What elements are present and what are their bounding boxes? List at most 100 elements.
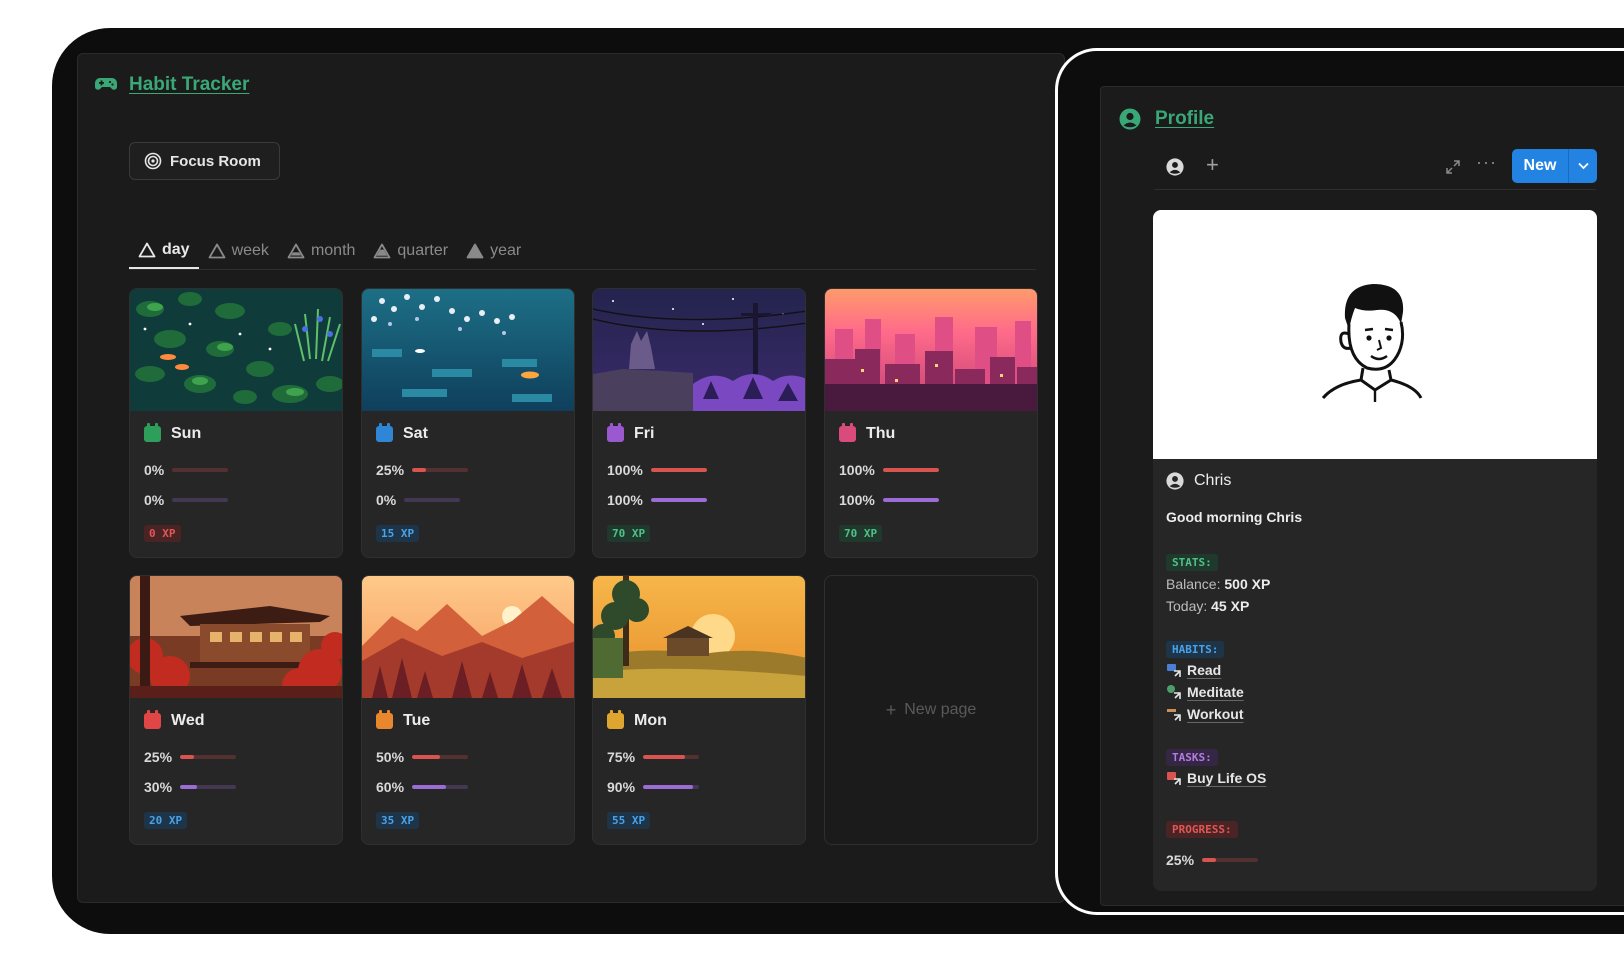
task-progress-bar [172, 498, 229, 502]
day-card-sun[interactable]: Sun 0% 0% 0 XP [129, 288, 343, 558]
pond-scene-image [130, 289, 342, 411]
calendar-icon [839, 423, 856, 442]
new-button-label[interactable]: New [1512, 149, 1569, 183]
habit-progress: 0% [144, 462, 229, 478]
tab-label: week [231, 241, 269, 259]
add-icon[interactable]: + [1206, 152, 1219, 178]
habit-tracker-title-link[interactable]: Habit Tracker [129, 74, 249, 96]
habit-progress-bar [650, 468, 707, 472]
meditate-link-icon [1167, 685, 1181, 699]
tab-month[interactable]: month [278, 232, 364, 269]
habit-progress-text: 100% [839, 462, 875, 478]
focus-room-button[interactable]: Focus Room [129, 142, 280, 180]
day-card-wed[interactable]: Wed 25% 30% 20 XP [129, 575, 343, 845]
xp-badge: 55 XP [607, 812, 651, 829]
profile-title-row: Profile [1119, 108, 1214, 130]
user-circle-icon[interactable] [1166, 158, 1184, 176]
day-name: Sun [171, 425, 202, 442]
habit-progress-text: 25% [376, 462, 405, 478]
task-progress-bar [882, 498, 939, 502]
page-title-row: Habit Tracker [95, 74, 249, 96]
task-progress-text: 100% [607, 492, 643, 508]
day-label: Fri [607, 423, 654, 443]
task-progress-text: 100% [839, 492, 875, 508]
profile-card[interactable]: Chris Good morning Chris STATS: Balance:… [1153, 210, 1597, 891]
book-link-icon [1167, 664, 1181, 677]
tasks-tag: TASKS: [1166, 749, 1218, 766]
triangle-outline-icon [138, 242, 156, 257]
task-progress: 60% [376, 779, 469, 795]
xp-badge: 70 XP [607, 525, 651, 542]
today-line: Today: 45 XP [1166, 598, 1249, 614]
day-label: Mon [607, 710, 667, 730]
habit-link-workout[interactable]: Workout [1166, 706, 1244, 722]
habit-progress-bar [180, 755, 237, 759]
overall-progress-text: 25% [1166, 852, 1195, 868]
tab-week[interactable]: week [199, 232, 278, 269]
profile-title-link[interactable]: Profile [1155, 108, 1214, 130]
day-label: Wed [144, 710, 204, 730]
tab-day[interactable]: day [129, 232, 199, 269]
xp-badge: 35 XP [376, 812, 420, 829]
new-page-card[interactable]: + New page [824, 575, 1038, 845]
habit-progress-text: 0% [144, 462, 165, 478]
task-progress-bar [404, 498, 461, 502]
person-sketch-illustration [1321, 284, 1423, 402]
task-progress-bar [180, 785, 237, 789]
more-options-icon[interactable]: ··· [1476, 152, 1497, 173]
profile-name: Chris [1194, 472, 1232, 489]
habit-name: Meditate [1187, 684, 1244, 700]
habit-progress-bar [882, 468, 939, 472]
task-link-icon [1167, 772, 1181, 785]
today-label: Today: [1166, 598, 1208, 614]
task-progress: 90% [607, 779, 700, 795]
task-progress-bar [643, 785, 700, 789]
task-link-buy-life-os[interactable]: Buy Life OS [1166, 770, 1266, 786]
night-cat-scene-image [593, 289, 805, 411]
habit-progress-bar [412, 468, 469, 472]
balance-line: Balance: 500 XP [1166, 576, 1270, 592]
new-page-label: New page [904, 701, 977, 718]
habit-progress-bar [172, 468, 229, 472]
day-card-sat[interactable]: Sat 25% 0% 15 XP [361, 288, 575, 558]
task-progress-bar [412, 785, 469, 789]
task-progress-text: 90% [607, 779, 636, 795]
task-progress: 30% [144, 779, 237, 795]
habit-progress-text: 75% [607, 749, 636, 765]
task-progress-text: 60% [376, 779, 405, 795]
day-card-tue[interactable]: Tue 50% 60% 35 XP [361, 575, 575, 845]
habit-progress: 25% [376, 462, 469, 478]
golden-cabin-image [593, 576, 805, 698]
calendar-icon [607, 423, 624, 442]
target-icon [144, 152, 162, 170]
new-button[interactable]: New [1512, 149, 1597, 183]
habits-tag: HABITS: [1166, 641, 1225, 658]
habit-link-meditate[interactable]: Meditate [1166, 684, 1244, 700]
day-card-thu[interactable]: Thu 100% 100% 70 XP [824, 288, 1038, 558]
day-name: Tue [403, 712, 431, 729]
expand-icon[interactable] [1446, 160, 1460, 174]
day-card-mon[interactable]: Mon 75% 90% 55 XP [592, 575, 806, 845]
chevron-down-icon[interactable] [1569, 149, 1597, 183]
habit-name: Read [1187, 662, 1222, 678]
habit-progress-bar [643, 755, 700, 759]
calendar-icon [376, 423, 393, 442]
temple-autumn-image [130, 576, 342, 698]
tab-year[interactable]: year [457, 232, 530, 269]
task-progress: 0% [144, 492, 229, 508]
day-card-fri[interactable]: Fri 100% 100% 70 XP [592, 288, 806, 558]
task-progress-text: 0% [144, 492, 165, 508]
user-circle-icon [1119, 108, 1141, 130]
xp-badge: 0 XP [144, 525, 181, 542]
task-progress: 100% [607, 492, 707, 508]
tab-quarter[interactable]: quarter [364, 232, 457, 269]
habit-link-read[interactable]: Read [1166, 662, 1221, 678]
task-progress-text: 30% [144, 779, 173, 795]
day-name: Sat [403, 425, 428, 442]
day-name: Thu [866, 425, 896, 442]
calendar-icon [376, 710, 393, 729]
habit-progress: 100% [607, 462, 707, 478]
tab-label: day [162, 240, 190, 258]
day-label: Thu [839, 423, 896, 443]
progress-tag: PROGRESS: [1166, 821, 1238, 838]
